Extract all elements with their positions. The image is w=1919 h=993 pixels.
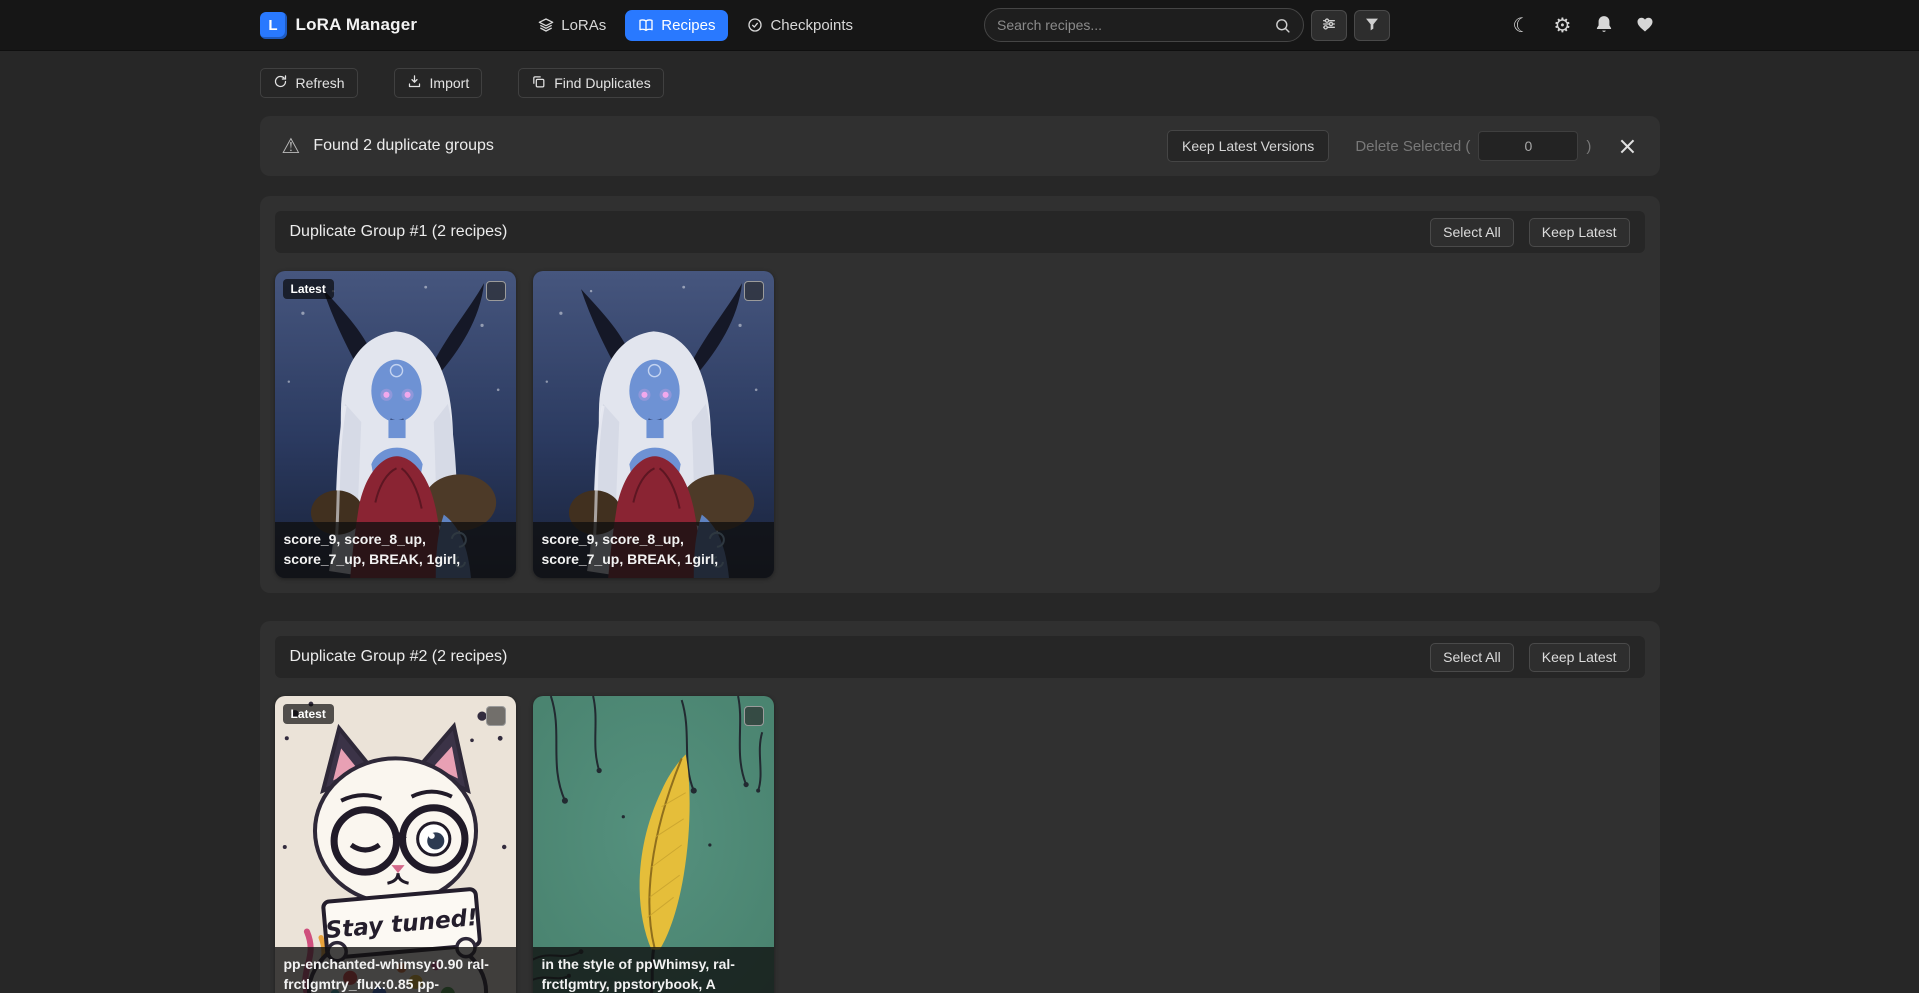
refresh-label: Refresh xyxy=(296,75,345,91)
funnel-icon xyxy=(1364,16,1380,35)
filter-button[interactable] xyxy=(1354,10,1390,41)
recipe-card[interactable]: Stay tuned! Latest pp-enchanted-whimsy:0… xyxy=(275,696,516,993)
import-icon xyxy=(407,74,422,92)
sort-options-button[interactable] xyxy=(1311,10,1347,41)
delete-selected-control[interactable]: Delete Selected ( ) xyxy=(1355,131,1591,161)
recipe-card[interactable]: score_9, score_8_up, score_7_up, BREAK, … xyxy=(533,271,774,578)
nav-tab-loras[interactable]: LoRAs xyxy=(525,10,619,41)
close-icon: × xyxy=(1617,132,1637,160)
duplicate-group-1: Duplicate Group #1 (2 recipes) Select Al… xyxy=(260,196,1660,593)
recipe-card[interactable]: in the style of ppWhimsy, ral- frctlgmtr… xyxy=(533,696,774,993)
recipe-checkbox[interactable] xyxy=(744,281,764,301)
recipe-caption: score_9, score_8_up, score_7_up, BREAK, … xyxy=(275,522,516,578)
notifications-button[interactable] xyxy=(1589,10,1619,40)
find-duplicates-button[interactable]: Find Duplicates xyxy=(518,68,664,98)
delete-selected-suffix: ) xyxy=(1586,138,1591,155)
top-bar: L LoRA Manager LoRAs Recipes C xyxy=(0,0,1919,50)
support-button[interactable] xyxy=(1630,10,1660,40)
keep-latest-button[interactable]: Keep Latest xyxy=(1529,643,1630,672)
delete-selected-prefix: Delete Selected ( xyxy=(1355,138,1470,155)
search-area xyxy=(984,8,1390,42)
recipe-checkbox[interactable] xyxy=(486,281,506,301)
heart-icon xyxy=(1635,14,1655,37)
sliders-icon xyxy=(1321,16,1337,35)
recipe-checkbox[interactable] xyxy=(744,706,764,726)
nav-tab-checkpoints[interactable]: Checkpoints xyxy=(734,10,866,41)
selected-count-input[interactable] xyxy=(1478,131,1578,161)
main-content: Refresh Import Find Duplicates ⚠ Found 2… xyxy=(260,68,1660,993)
group-title: Duplicate Group #2 (2 recipes) xyxy=(290,648,508,666)
latest-badge: Latest xyxy=(283,704,334,724)
duplicate-group-2: Duplicate Group #2 (2 recipes) Select Al… xyxy=(260,621,1660,993)
nav-tab-recipes[interactable]: Recipes xyxy=(625,10,728,41)
toolbar: Refresh Import Find Duplicates xyxy=(260,68,1660,98)
recipe-caption: score_9, score_8_up, score_7_up, BREAK, … xyxy=(533,522,774,578)
close-alert-button[interactable]: × xyxy=(1617,134,1637,158)
group-header: Duplicate Group #1 (2 recipes) Select Al… xyxy=(275,211,1645,253)
app-logo-icon: L xyxy=(260,12,287,39)
search-input[interactable] xyxy=(997,17,1274,33)
import-label: Import xyxy=(430,75,470,91)
copy-icon xyxy=(531,74,546,92)
app-brand[interactable]: L LoRA Manager xyxy=(260,12,418,39)
main-nav: LoRAs Recipes Checkpoints xyxy=(525,10,866,41)
refresh-icon xyxy=(273,74,288,92)
keep-latest-versions-button[interactable]: Keep Latest Versions xyxy=(1167,130,1329,162)
recipe-caption: pp-enchanted-whimsy:0.90 ral- frctlgmtry… xyxy=(275,947,516,993)
select-all-button[interactable]: Select All xyxy=(1430,643,1514,672)
nav-label: LoRAs xyxy=(561,17,606,34)
nav-label: Recipes xyxy=(661,17,715,34)
select-all-button[interactable]: Select All xyxy=(1430,218,1514,247)
import-button[interactable]: Import xyxy=(394,68,483,98)
group-header: Duplicate Group #2 (2 recipes) Select Al… xyxy=(275,636,1645,678)
moon-icon: ☾ xyxy=(1513,15,1531,35)
layers-icon xyxy=(538,17,554,33)
top-icon-group: ☾ ⚙ xyxy=(1507,10,1660,40)
logo-letter: L xyxy=(268,17,277,34)
bell-icon xyxy=(1594,14,1614,37)
recipe-caption: in the style of ppWhimsy, ral- frctlgmtr… xyxy=(533,947,774,993)
keep-latest-button[interactable]: Keep Latest xyxy=(1529,218,1630,247)
recipe-checkbox[interactable] xyxy=(486,706,506,726)
find-duplicates-label: Find Duplicates xyxy=(554,75,651,91)
recipe-card[interactable]: Latest score_9, score_8_up, score_7_up, … xyxy=(275,271,516,578)
group-title: Duplicate Group #1 (2 recipes) xyxy=(290,223,508,241)
book-icon xyxy=(638,17,654,33)
app-title: LoRA Manager xyxy=(296,15,418,35)
nav-label: Checkpoints xyxy=(770,17,853,34)
refresh-button[interactable]: Refresh xyxy=(260,68,358,98)
search-box xyxy=(984,8,1304,42)
search-icon[interactable] xyxy=(1274,17,1291,34)
theme-toggle-button[interactable]: ☾ xyxy=(1507,10,1537,40)
alert-message: Found 2 duplicate groups xyxy=(313,137,494,155)
check-circle-icon xyxy=(747,17,763,33)
gear-icon: ⚙ xyxy=(1554,15,1572,35)
latest-badge: Latest xyxy=(283,279,334,299)
settings-button[interactable]: ⚙ xyxy=(1548,10,1578,40)
warning-icon: ⚠ xyxy=(282,136,301,157)
duplicates-alert-banner: ⚠ Found 2 duplicate groups Keep Latest V… xyxy=(260,116,1660,176)
